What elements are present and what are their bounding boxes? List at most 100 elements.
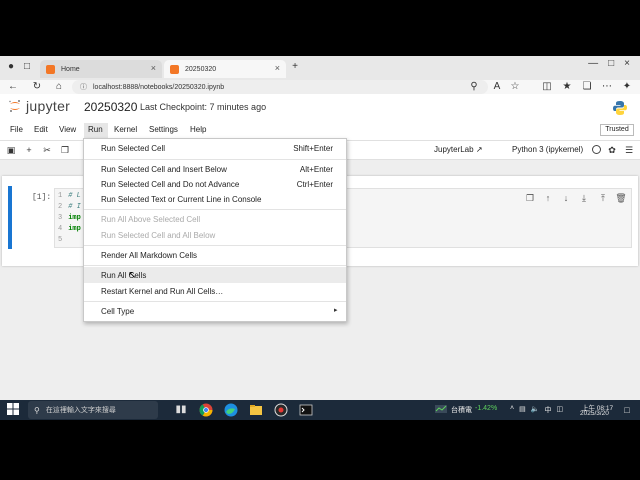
active-cell-indicator[interactable] — [8, 186, 12, 249]
cut-icon[interactable]: ✂ — [41, 144, 53, 156]
collections-icon[interactable]: ❏ — [580, 80, 594, 94]
menu-separator — [84, 265, 346, 266]
notification-icon[interactable]: □ — [620, 403, 634, 417]
search-icon: ⚲ — [34, 405, 40, 415]
mouse-cursor-icon: ↖ — [128, 270, 137, 281]
code-line: 4 imp — [58, 225, 81, 233]
terminal-icon[interactable] — [299, 403, 313, 417]
volume-icon[interactable]: 🔈 — [531, 405, 540, 415]
add-cell-icon[interactable]: + — [23, 144, 35, 156]
copilot-icon[interactable]: ✦ — [620, 80, 634, 94]
workspaces-icon[interactable]: □ — [20, 60, 34, 74]
cell-prompt: [1]: — [32, 193, 52, 202]
file-explorer-icon[interactable] — [249, 403, 263, 417]
input-language[interactable]: 中 — [544, 405, 551, 415]
chevron-up-icon[interactable]: ˄ — [510, 405, 514, 415]
favorites-icon[interactable]: ★ — [560, 80, 574, 94]
trusted-badge[interactable]: Trusted — [600, 124, 634, 136]
tab-notebook[interactable]: 20250320 × — [164, 60, 286, 78]
run-menu-item-run-do-not-advance[interactable]: Run Selected Cell and Do not Advance — [101, 180, 239, 189]
refresh-icon[interactable]: ↻ — [30, 80, 44, 94]
run-menu-item-run-selected-cell[interactable]: Run Selected Cell — [101, 144, 165, 153]
tab-home[interactable]: Home × — [40, 60, 162, 78]
move-down-icon[interactable]: ↓ — [560, 192, 572, 204]
run-menu-item-cell-type[interactable]: Cell Type — [101, 307, 134, 316]
tab-label: Home — [61, 65, 80, 73]
minimize-icon[interactable]: — — [588, 58, 598, 69]
menu-kernel[interactable]: Kernel — [114, 125, 137, 134]
more-options-icon[interactable]: ⋯ — [600, 80, 614, 94]
stock-change: -1.42% — [475, 405, 498, 412]
jupyter-logo-text: jupyter — [26, 98, 71, 114]
line-number: 5 — [58, 236, 63, 244]
run-menu-item-render-markdown[interactable]: Render All Markdown Cells — [101, 251, 197, 260]
stock-widget-icon[interactable] — [435, 403, 449, 417]
run-menu-item-run-and-insert-below[interactable]: Run Selected Cell and Insert Below — [101, 165, 227, 174]
menu-run[interactable]: Run — [88, 125, 103, 134]
menu-edit[interactable]: Edit — [34, 125, 48, 134]
clock-date[interactable]: 2025/3/20 — [580, 410, 609, 417]
line-number: 4 — [58, 225, 63, 233]
menu-view[interactable]: View — [59, 125, 76, 134]
maximize-icon[interactable]: □ — [608, 58, 614, 69]
menu-separator — [84, 159, 346, 160]
kernel-name[interactable]: Python 3 (ipykernel) — [512, 145, 583, 154]
delete-cell-icon[interactable]: 🗑 — [615, 192, 627, 204]
stock-name[interactable]: 台積電 — [451, 405, 472, 415]
jupyterlab-link[interactable]: JupyterLab ↗ — [434, 145, 483, 154]
bug-icon[interactable]: ✿ — [606, 144, 618, 156]
property-inspector-icon[interactable]: ☰ — [623, 144, 635, 156]
menu-help[interactable]: Help — [190, 125, 206, 134]
back-icon[interactable]: ← — [6, 80, 20, 94]
jupyter-logo-icon — [8, 99, 22, 113]
search-placeholder: 在這裡輸入文字來搜尋 — [45, 407, 116, 414]
close-tab-icon[interactable]: × — [151, 63, 156, 73]
system-tray: ˄ ▤ 🔈 中 ◫ — [510, 405, 563, 415]
ime-icon[interactable]: ◫ — [556, 405, 563, 415]
info-icon[interactable]: ⓘ — [80, 82, 87, 92]
copy-icon[interactable]: ❐ — [59, 144, 71, 156]
top-letterbox — [0, 0, 640, 56]
run-menu-item-run-all-cells[interactable]: Run All Cells — [101, 271, 146, 280]
url-text: localhost:8888/notebooks/20250320.ipynb — [93, 83, 225, 91]
menu-file[interactable]: File — [10, 125, 23, 134]
run-menu-item-restart-and-run-all[interactable]: Restart Kernel and Run All Cells… — [101, 287, 223, 296]
zoom-icon[interactable]: ⚲ — [467, 80, 481, 94]
close-tab-icon[interactable]: × — [275, 63, 280, 73]
task-view-icon[interactable]: ▮▮ — [174, 403, 188, 417]
insert-below-icon[interactable]: ⤓ — [578, 192, 590, 204]
address-bar[interactable]: ⓘ localhost:8888/notebooks/20250320.ipyn… — [72, 80, 488, 94]
code-line: 3 imp — [58, 214, 81, 222]
code-line: 1 # L — [58, 192, 81, 200]
insert-above-icon[interactable]: ⤒ — [597, 192, 609, 204]
notebook-name[interactable]: 20250320 — [84, 100, 137, 114]
favorite-star-icon[interactable]: ☆ — [508, 80, 522, 94]
jupyter-logo[interactable]: jupyter — [8, 98, 70, 114]
edge-icon[interactable] — [224, 403, 238, 417]
run-menu-item-run-all-above: Run All Above Selected Cell — [101, 215, 201, 224]
menu-separator — [84, 245, 346, 246]
save-icon[interactable]: ▣ — [5, 144, 17, 156]
chrome-icon[interactable] — [199, 403, 213, 417]
network-icon[interactable]: ▤ — [519, 405, 526, 415]
run-menu-item-run-in-console[interactable]: Run Selected Text or Current Line in Con… — [101, 195, 261, 204]
home-icon[interactable]: ⌂ — [52, 80, 66, 94]
split-screen-icon[interactable]: ◫ — [540, 80, 554, 94]
duplicate-cell-icon[interactable]: ❐ — [524, 192, 536, 204]
recorder-app-icon[interactable] — [274, 403, 288, 417]
windows-start-icon[interactable] — [7, 403, 21, 417]
read-aloud-icon[interactable]: A — [490, 80, 504, 94]
tab-label: 20250320 — [185, 65, 217, 73]
code-text: imp — [68, 225, 81, 233]
menu-settings[interactable]: Settings — [149, 125, 178, 134]
line-number: 2 — [58, 203, 63, 211]
move-up-icon[interactable]: ↑ — [542, 192, 554, 204]
python-logo-icon — [612, 100, 628, 116]
menu-separator — [84, 209, 346, 210]
code-text: # I — [68, 203, 81, 211]
code-text: # L — [68, 192, 81, 200]
profile-icon[interactable]: ● — [4, 60, 18, 74]
taskbar-search-input[interactable]: ⚲ 在這裡輸入文字來搜尋 — [28, 401, 158, 419]
close-window-icon[interactable]: × — [624, 58, 630, 69]
new-tab-button[interactable]: + — [288, 60, 302, 74]
